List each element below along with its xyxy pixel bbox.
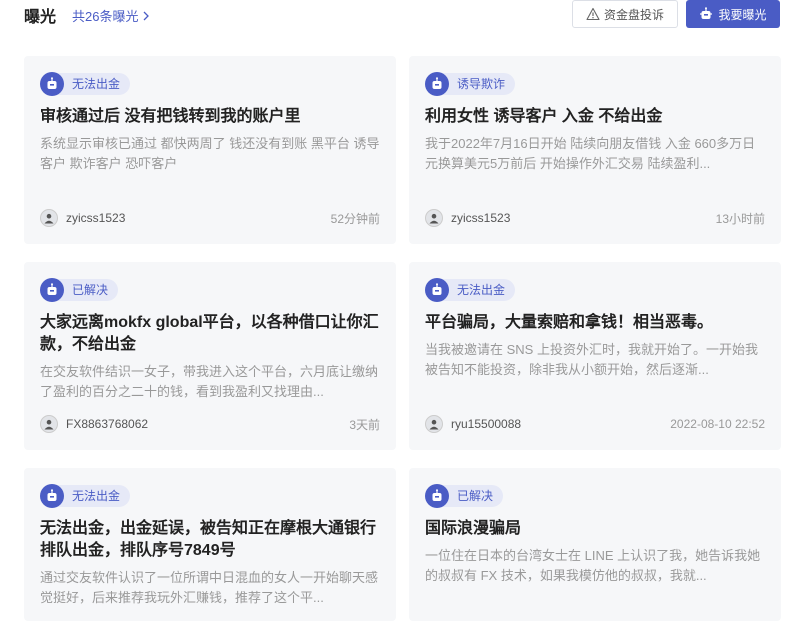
expose-button[interactable]: 我要曝光: [686, 0, 780, 28]
card-username: zyicss1523: [451, 211, 511, 225]
card-footer: zyicss1523 52分钟前: [40, 208, 380, 228]
complaint-button[interactable]: 资金盘投诉: [572, 0, 678, 28]
exposure-bot-icon: [425, 278, 449, 302]
chevron-right-icon: [144, 11, 150, 20]
card-username: FX8863768062: [66, 417, 149, 431]
avatar: [40, 209, 58, 227]
card-description: 一位住在日本的台湾女士在 LINE 上认识了我，她告诉我她的叔叔有 FX 技术，…: [425, 548, 761, 583]
card-tag-label: 诱导欺诈: [441, 73, 516, 95]
exposure-bot-icon: [40, 484, 64, 508]
card-time: 2022-08-10 22:52: [670, 417, 765, 431]
card-time: 3天前: [349, 417, 380, 432]
card-tag: 无法出金: [40, 72, 131, 96]
exposure-bot-icon: [425, 484, 449, 508]
avatar: [425, 209, 443, 227]
card-description: 在交友软件结识一女子，带我进入这个平台，六月底让缴纳了盈利的百分之二十的钱，看到…: [40, 364, 379, 399]
card-tag-label: 无法出金: [441, 279, 516, 301]
exposure-bot-icon: [425, 72, 449, 96]
card-footer: ryu15500088 2022-08-10 22:52: [425, 414, 765, 434]
card-username: zyicss1523: [66, 211, 126, 225]
complaint-button-label: 资金盘投诉: [603, 7, 664, 22]
card-description: 系统显示审核已通过 都快两周了 钱还没有到账 黑平台 诱导客户 欺诈客户 恐吓客…: [40, 136, 380, 171]
card-tag: 已解决: [425, 484, 504, 508]
card-tag-label: 无法出金: [56, 73, 131, 95]
card-user[interactable]: FX8863768062: [40, 415, 148, 433]
card-username: ryu15500088: [451, 417, 522, 431]
card-tag-label: 已解决: [441, 485, 504, 507]
exposure-bot-icon: [40, 278, 64, 302]
card-time: 13小时前: [715, 211, 765, 226]
card-user[interactable]: zyicss1523: [40, 209, 125, 227]
card-tag: 诱导欺诈: [425, 72, 516, 96]
exposure-card[interactable]: 已解决 大家远离mokfx global平台，以各种借口让你汇款，不给出金 在交…: [24, 262, 396, 450]
card-tag-label: 无法出金: [56, 485, 131, 507]
card-title[interactable]: 审核通过后 没有把钱转到我的账户里: [40, 106, 380, 128]
card-title[interactable]: 利用女性 诱导客户 入金 不给出金: [425, 106, 765, 128]
card-description: 当我被邀请在 SNS 上投资外汇时，我就开始了。一开始我被告知不能投资，除非我从…: [425, 342, 758, 377]
card-title[interactable]: 国际浪漫骗局: [425, 518, 765, 540]
card-tag: 无法出金: [40, 484, 131, 508]
exposure-card[interactable]: 已解决 国际浪漫骗局 一位住在日本的台湾女士在 LINE 上认识了我，她告诉我她…: [409, 468, 781, 621]
card-tag-label: 已解决: [56, 279, 119, 301]
card-title[interactable]: 无法出金，出金延误，被告知正在摩根大通银行排队出金，排队序号7849号: [40, 518, 380, 562]
exposure-bot-icon: [40, 72, 64, 96]
card-description: 我于2022年7月16日开始 陆续向朋友借钱 入金 660多万日元换算美元5万前…: [425, 136, 756, 171]
card-tag: 已解决: [40, 278, 119, 302]
card-tag: 无法出金: [425, 278, 516, 302]
exposure-count-text: 共26条曝光: [72, 9, 139, 24]
expose-bot-icon: [700, 7, 713, 19]
card-time: 52分钟前: [330, 211, 380, 226]
exposure-card[interactable]: 诱导欺诈 利用女性 诱导客户 入金 不给出金 我于2022年7月16日开始 陆续…: [409, 56, 781, 244]
warning-icon: [586, 7, 600, 21]
page-title: 曝光: [24, 9, 57, 26]
exposure-count-link[interactable]: 共26条曝光: [72, 6, 151, 25]
card-user[interactable]: zyicss1523: [425, 209, 510, 227]
card-title[interactable]: 大家远离mokfx global平台，以各种借口让你汇款，不给出金: [40, 312, 380, 356]
avatar: [40, 415, 58, 433]
avatar: [425, 415, 443, 433]
exposure-card[interactable]: 无法出金 审核通过后 没有把钱转到我的账户里 系统显示审核已通过 都快两周了 钱…: [24, 56, 396, 244]
card-footer: FX8863768062 3天前: [40, 414, 380, 434]
page-header: 曝光 共26条曝光 资金盘投诉 我要曝光: [0, 0, 800, 30]
card-description: 通过交友软件认识了一位所谓中日混血的女人一开始聊天感觉挺好，后来推荐我玩外汇赚钱…: [40, 570, 379, 605]
card-footer: zyicss1523 13小时前: [425, 208, 765, 228]
card-title[interactable]: 平台骗局，大量索赔和拿钱！相当恶毒。: [425, 312, 765, 334]
exposure-card[interactable]: 无法出金 平台骗局，大量索赔和拿钱！相当恶毒。 当我被邀请在 SNS 上投资外汇…: [409, 262, 781, 450]
expose-button-label: 我要曝光: [718, 7, 767, 22]
card-user[interactable]: ryu15500088: [425, 415, 521, 433]
exposure-card[interactable]: 无法出金 无法出金，出金延误，被告知正在摩根大通银行排队出金，排队序号7849号…: [24, 468, 396, 621]
